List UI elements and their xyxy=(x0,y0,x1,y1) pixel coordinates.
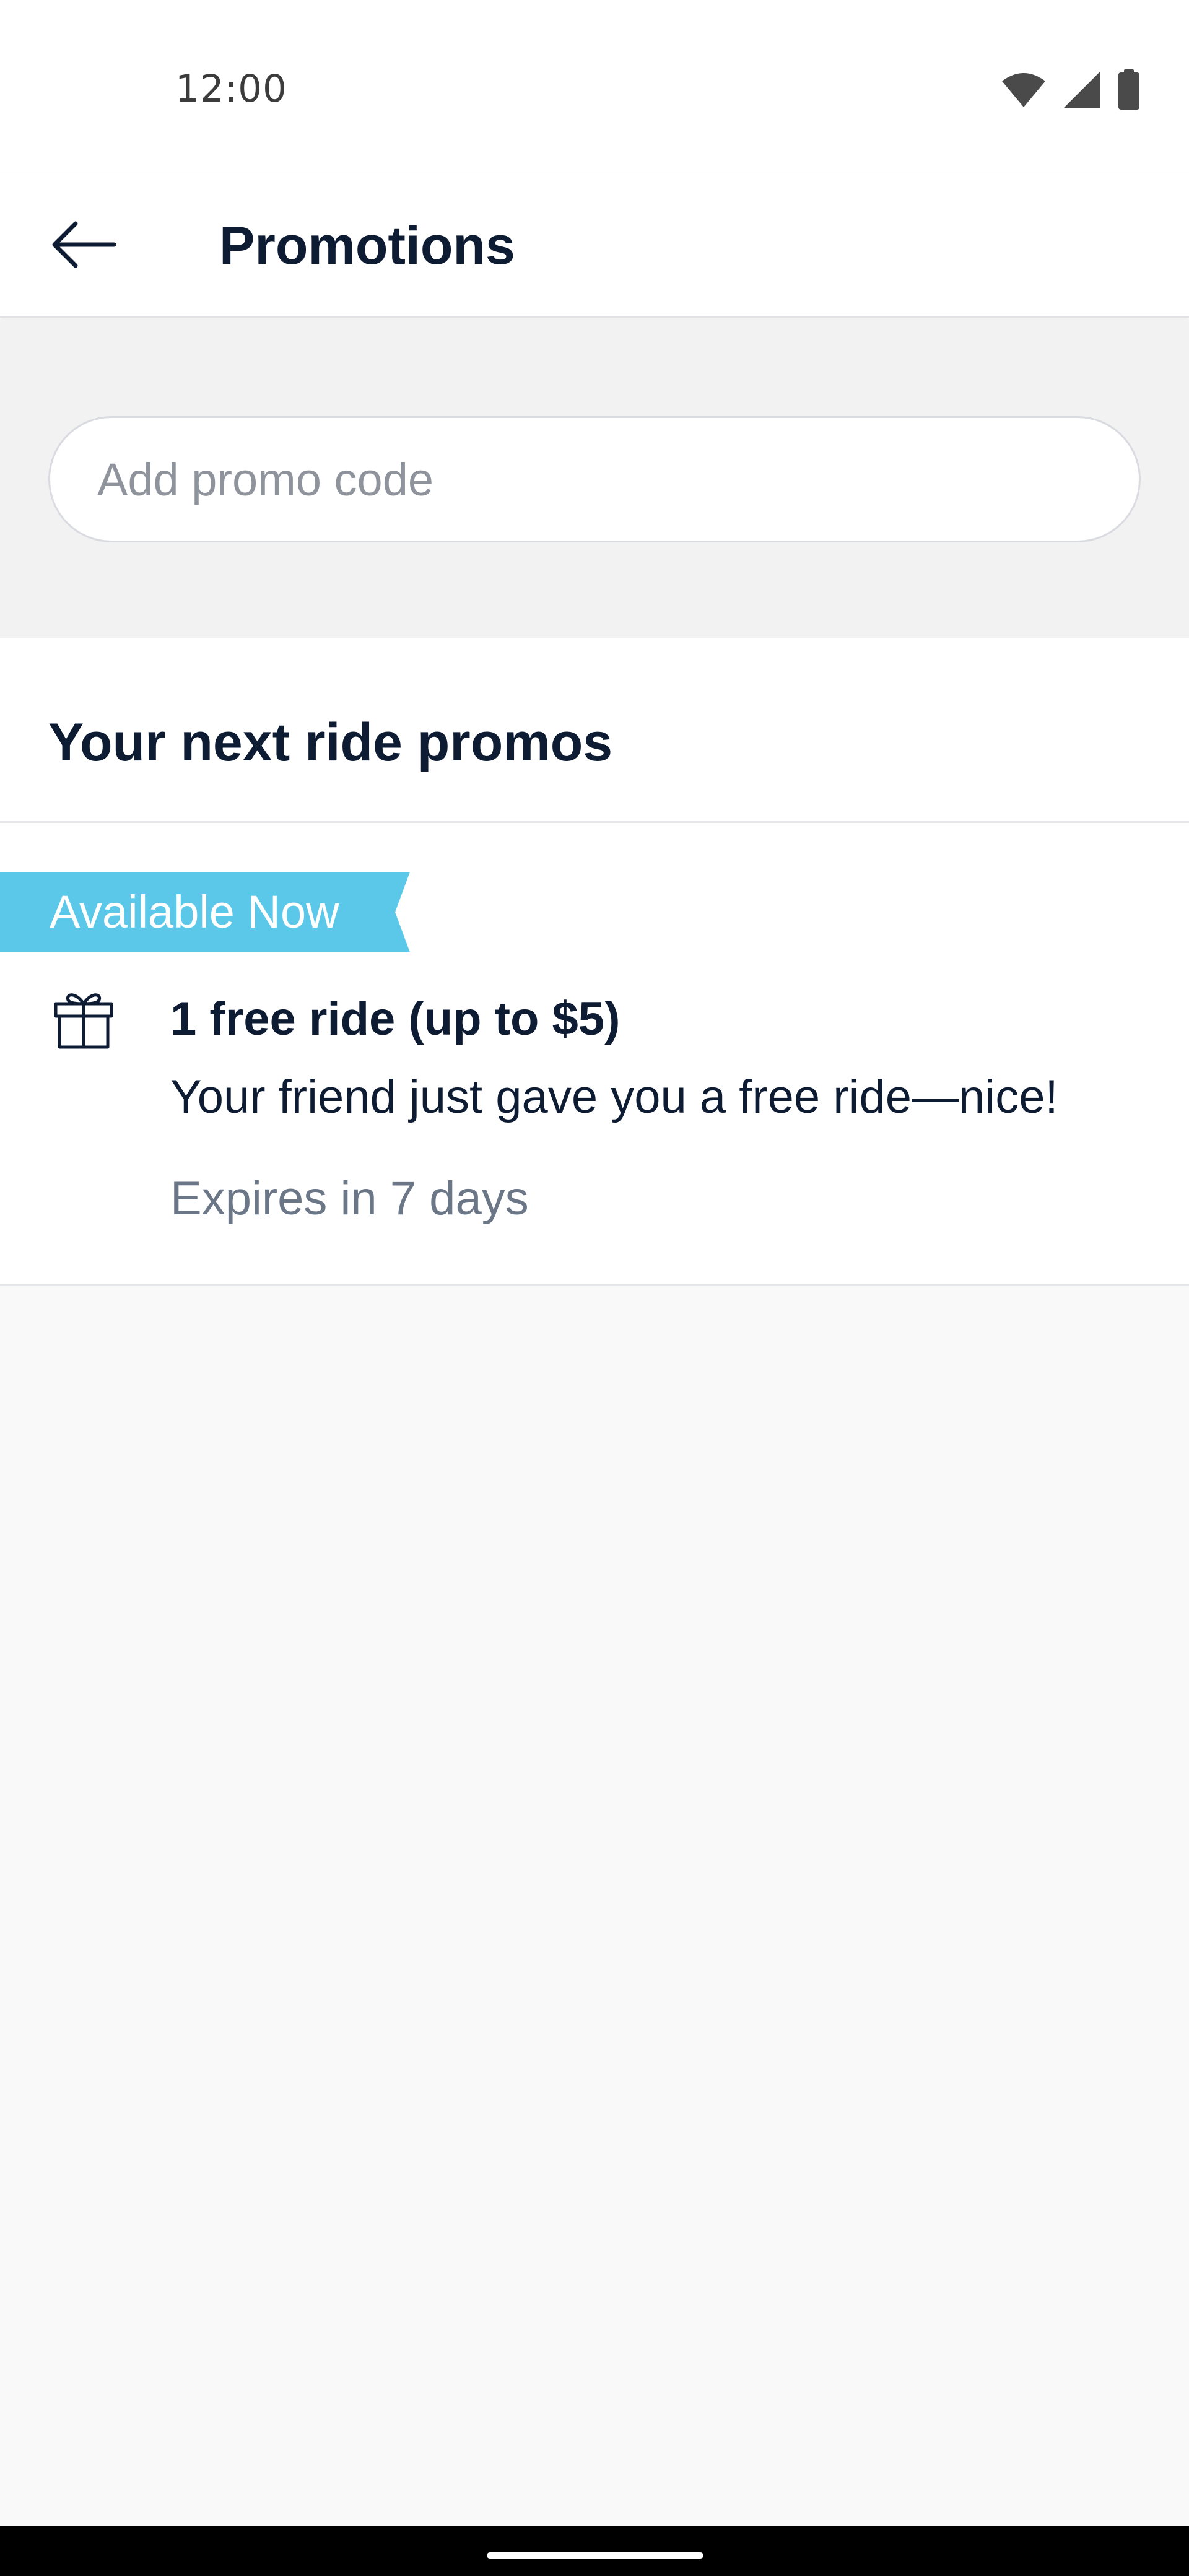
status-icons xyxy=(1001,69,1141,110)
status-bar: 12:00 xyxy=(0,0,1189,173)
wifi-icon xyxy=(1002,73,1045,107)
app-header: Promotions xyxy=(0,173,1189,318)
gift-icon xyxy=(54,993,113,1049)
system-navigation-bar xyxy=(0,2526,1189,2576)
next-ride-promos-section: Your next ride promos Available Now 1 fr… xyxy=(0,638,1189,1286)
home-indicator[interactable] xyxy=(487,2552,703,2559)
page-title: Promotions xyxy=(219,216,515,276)
promo-expiry: Expires in 7 days xyxy=(170,1172,529,1225)
section-heading: Your next ride promos xyxy=(48,713,613,772)
availability-badge: Available Now xyxy=(0,872,410,952)
promotions-screen: 12:00 Promotions Your next ride promos xyxy=(0,0,1189,2576)
promo-title: 1 free ride (up to $5) xyxy=(170,993,621,1045)
battery-icon xyxy=(1118,69,1139,110)
promo-code-input[interactable] xyxy=(48,416,1141,542)
divider xyxy=(0,1284,1189,1286)
status-time: 12:00 xyxy=(175,67,287,111)
divider xyxy=(0,821,1189,823)
arrow-left-icon xyxy=(52,221,116,268)
promo-code-area xyxy=(0,320,1189,638)
promo-description: Your friend just gave you a free ride—ni… xyxy=(170,1071,1058,1123)
badge-label: Available Now xyxy=(50,886,339,938)
back-button[interactable] xyxy=(37,204,130,285)
signal-icon xyxy=(1064,72,1100,108)
